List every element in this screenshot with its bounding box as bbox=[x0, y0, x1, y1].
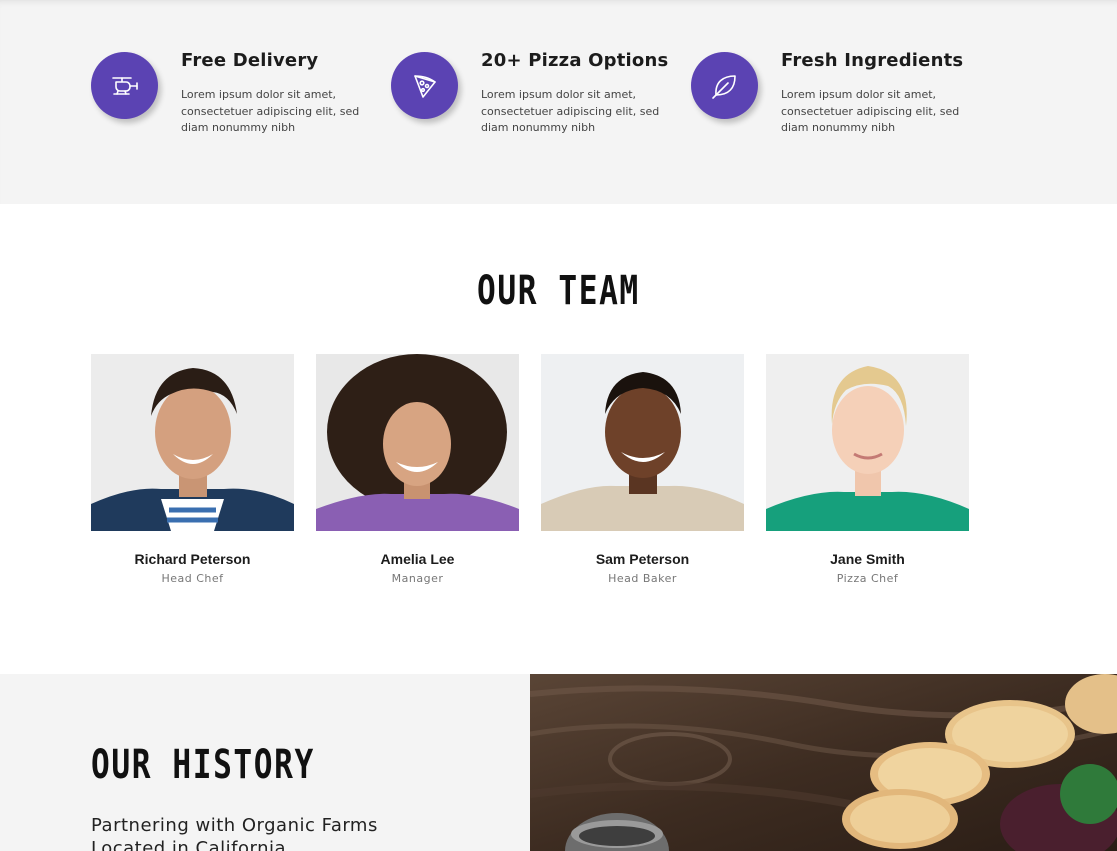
team-member-photo bbox=[766, 354, 969, 531]
team-member-card: Amelia Lee Manager bbox=[316, 354, 519, 585]
team-member-card: Jane Smith Pizza Chef bbox=[766, 354, 969, 585]
team-heading: OUR TEAM bbox=[477, 268, 640, 314]
team-member-card: Sam Peterson Head Baker bbox=[541, 354, 744, 585]
team-member-photo bbox=[541, 354, 744, 531]
team-member-photo bbox=[316, 354, 519, 531]
features-section: Free Delivery Lorem ipsum dolor sit amet… bbox=[0, 0, 1117, 204]
feature-title: Fresh Ingredients bbox=[781, 50, 964, 71]
team-member-role: Manager bbox=[391, 572, 444, 585]
history-subtitle: Partnering with Organic Farms Located in… bbox=[91, 815, 378, 851]
team-member-role: Head Chef bbox=[161, 572, 224, 585]
feature-icon-circle bbox=[391, 52, 458, 119]
history-section: OUR HISTORY Partnering with Organic Farm… bbox=[0, 674, 1117, 851]
team-member-name: Amelia Lee bbox=[380, 551, 455, 567]
feature-text: Lorem ipsum dolor sit amet, consectetuer… bbox=[781, 88, 960, 134]
team-member-role: Head Baker bbox=[608, 572, 677, 585]
feature-pizza-options: 20+ Pizza Options Lorem ipsum dolor sit … bbox=[391, 50, 681, 150]
feature-title: 20+ Pizza Options bbox=[481, 50, 669, 71]
history-image bbox=[530, 674, 1117, 851]
feature-text: Lorem ipsum dolor sit amet, consectetuer… bbox=[181, 88, 360, 134]
history-text-panel: OUR HISTORY Partnering with Organic Farm… bbox=[0, 674, 530, 851]
team-member-role: Pizza Chef bbox=[836, 572, 899, 585]
team-member-photo bbox=[91, 354, 294, 531]
leaf-icon bbox=[711, 74, 736, 99]
pizza-slice-icon bbox=[413, 74, 436, 98]
history-heading: OUR HISTORY bbox=[91, 742, 315, 788]
feature-icon-circle bbox=[691, 52, 758, 119]
feature-icon-circle bbox=[91, 52, 158, 119]
feature-fresh-ingredients: Fresh Ingredients Lorem ipsum dolor sit … bbox=[691, 50, 981, 150]
feature-text: Lorem ipsum dolor sit amet, consectetuer… bbox=[481, 88, 660, 134]
team-member-name: Richard Peterson bbox=[134, 551, 251, 567]
feature-title: Free Delivery bbox=[181, 50, 319, 71]
team-member-card: Richard Peterson Head Chef bbox=[91, 354, 294, 585]
team-member-name: Sam Peterson bbox=[595, 551, 690, 567]
helicopter-icon bbox=[111, 76, 138, 95]
feature-free-delivery: Free Delivery Lorem ipsum dolor sit amet… bbox=[91, 50, 381, 150]
team-member-name: Jane Smith bbox=[830, 551, 905, 567]
